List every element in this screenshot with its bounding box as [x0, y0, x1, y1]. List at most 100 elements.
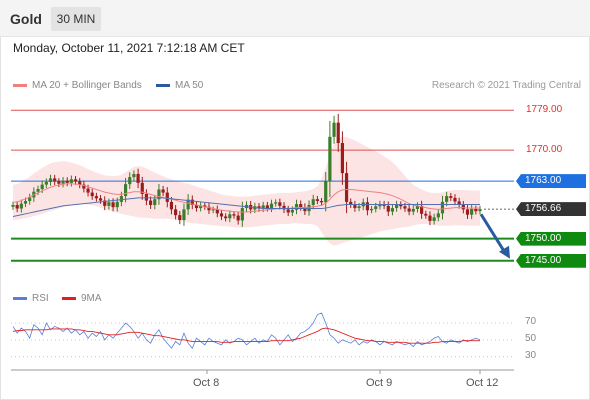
candle-body — [132, 173, 136, 178]
candle-body — [265, 205, 269, 209]
price-label-pivot: 1763.00 — [516, 174, 586, 189]
candle-body — [90, 192, 94, 197]
candle-body — [386, 205, 390, 212]
candle-body — [332, 122, 336, 137]
candle-body — [128, 177, 132, 185]
legend-swatch-9ma — [62, 296, 76, 300]
candle-body — [232, 214, 236, 216]
candle-body — [299, 204, 303, 208]
legend-9ma[interactable]: 9MA — [62, 293, 102, 304]
candle-body — [57, 181, 61, 184]
candle-body — [411, 208, 415, 212]
candle-body — [424, 213, 428, 216]
candle-body — [336, 122, 340, 144]
x-tick-label: Oct 9 — [366, 377, 393, 389]
candle-body — [449, 196, 453, 198]
candle-body — [478, 209, 482, 212]
candle-body — [136, 173, 140, 183]
candle-body — [15, 204, 19, 209]
candle-body — [240, 208, 244, 221]
legend-swatch-rsi — [13, 296, 27, 300]
candle-body — [107, 202, 111, 206]
candle-body — [369, 208, 374, 211]
candle-body — [111, 202, 115, 208]
candle-body — [178, 215, 182, 221]
candle-body — [211, 209, 215, 211]
candle-body — [182, 209, 186, 221]
candle-body — [403, 206, 407, 209]
rsi-9ma-line — [12, 327, 480, 344]
candle-body — [440, 201, 445, 214]
candle-body — [365, 202, 370, 211]
candle-body — [315, 199, 319, 201]
legend-label-rsi: RSI — [32, 293, 49, 304]
candle-body — [98, 198, 103, 201]
candle-body — [374, 206, 378, 209]
candle-body — [174, 209, 178, 216]
candle-body — [61, 180, 65, 184]
candle-body — [48, 178, 53, 182]
candle-body — [148, 200, 153, 205]
candle-body — [311, 199, 315, 205]
candle-body — [161, 189, 165, 193]
main-chart-svg — [11, 109, 514, 374]
candle-body — [445, 196, 449, 202]
price-label-current: 1756.66 — [516, 202, 586, 217]
candle-body — [432, 217, 436, 221]
candle-body — [169, 201, 174, 210]
candle-body — [36, 189, 40, 192]
candle-body — [53, 178, 57, 182]
legend-rsi[interactable]: RSI — [13, 293, 49, 304]
candle-body — [119, 196, 124, 202]
candle-body — [144, 193, 149, 201]
candle-body — [219, 213, 224, 217]
price-label-resistance: 1779.00 — [526, 104, 563, 116]
candle-body — [19, 203, 23, 209]
candle-body — [278, 202, 282, 206]
candle-body — [123, 184, 128, 197]
candle-body — [11, 204, 15, 207]
price-label-support: 1750.00 — [516, 231, 586, 246]
candle-body — [65, 180, 69, 183]
rsi-tick-label: 50 — [525, 332, 537, 344]
candle-body — [69, 179, 73, 183]
candle-body — [428, 215, 432, 221]
candle-body — [465, 209, 470, 215]
candle-body — [23, 200, 28, 204]
rsi-tick-label: 30 — [525, 349, 537, 361]
candle-body — [153, 199, 157, 205]
candle-body — [224, 216, 228, 219]
candle-body — [269, 203, 274, 209]
candle-body — [470, 208, 474, 215]
price-label-resistance: 1770.00 — [526, 144, 563, 156]
candle-body — [94, 196, 98, 199]
price-label-support: 1745.00 — [516, 253, 586, 268]
x-tick-label: Oct 8 — [193, 377, 220, 389]
candle-body — [474, 208, 478, 212]
candle-body — [40, 184, 44, 190]
candle-body — [344, 173, 349, 202]
candle-body — [274, 202, 278, 204]
candle-body — [324, 181, 328, 203]
candle-body — [286, 209, 290, 213]
candle-body — [115, 201, 119, 208]
candle-body — [353, 204, 357, 209]
candle-body — [228, 214, 232, 219]
candle-body — [236, 215, 240, 221]
candle-body — [328, 136, 332, 182]
candle-body — [319, 200, 324, 203]
candle-body — [86, 188, 90, 193]
candle-body — [390, 208, 395, 212]
candle-body — [407, 208, 411, 212]
candle-body — [165, 192, 169, 202]
candle-body — [395, 204, 399, 209]
legend-label-9ma: 9MA — [81, 293, 102, 304]
rsi-tick-label: 70 — [525, 316, 537, 328]
candle-body — [357, 206, 361, 209]
candle-body — [340, 143, 345, 174]
candle-body — [290, 209, 294, 213]
candle-body — [73, 179, 78, 182]
candle-body — [44, 181, 48, 185]
forecast-arrow-shaft — [479, 213, 507, 254]
x-tick-label: Oct 12 — [466, 377, 499, 389]
